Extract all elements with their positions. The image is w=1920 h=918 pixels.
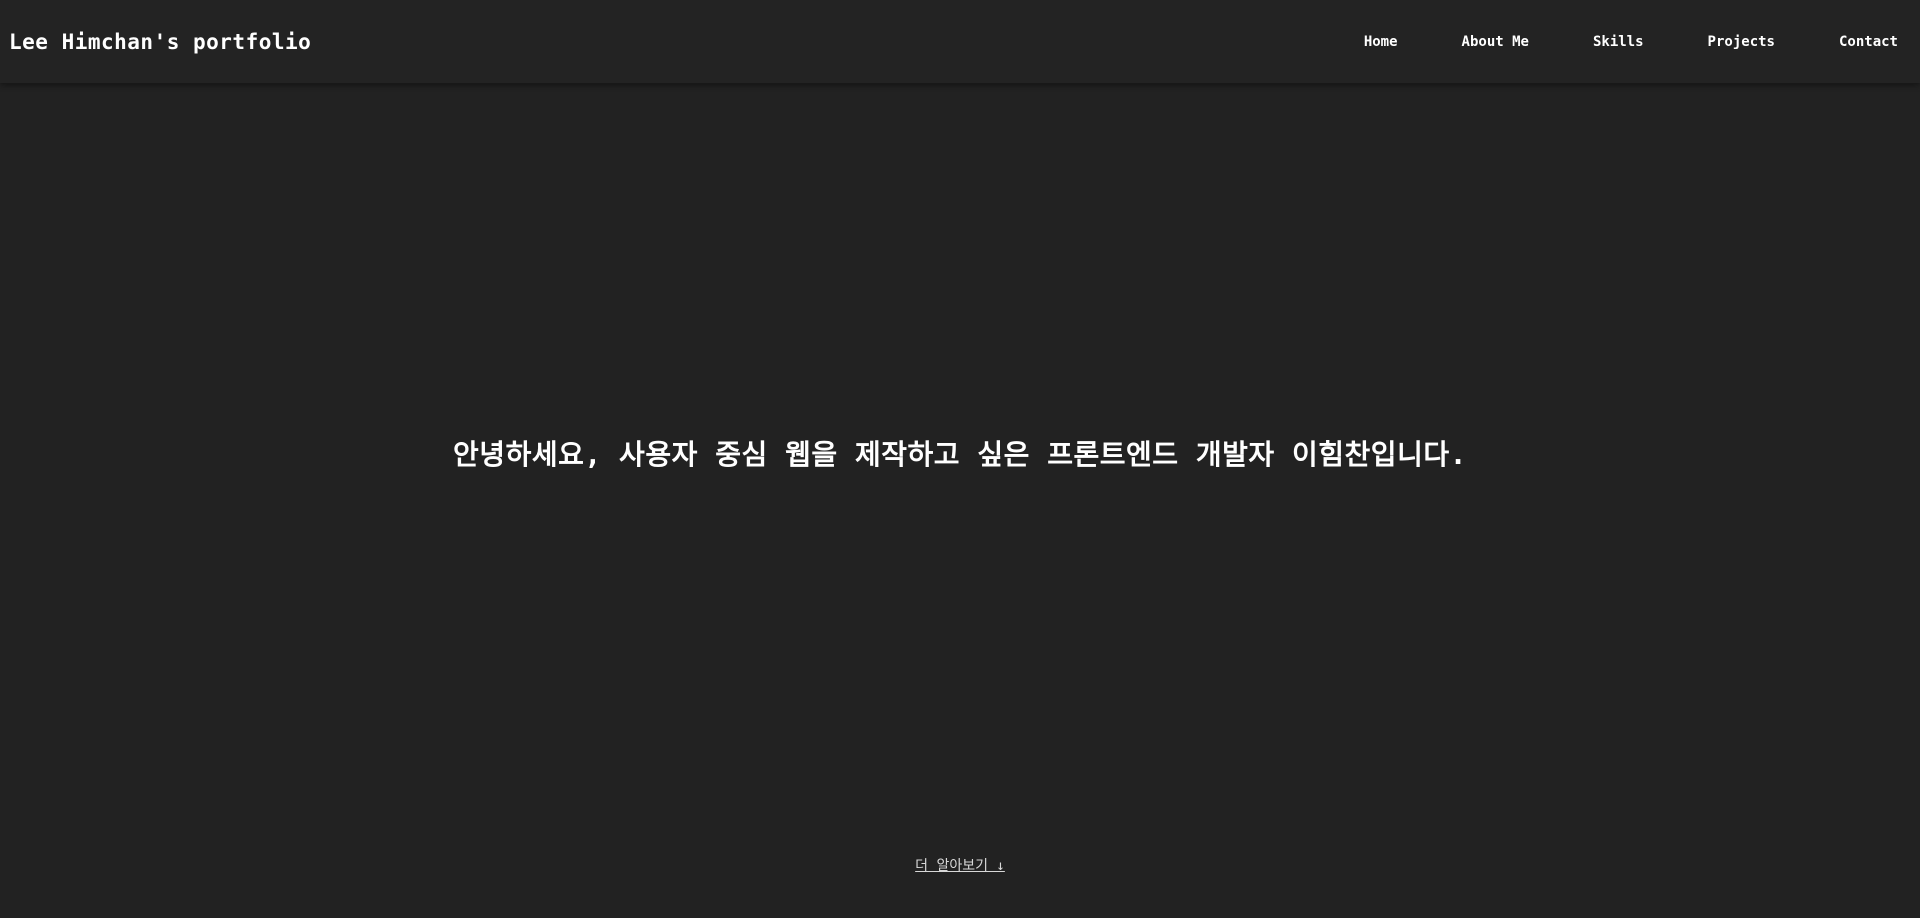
nav-links: Home About Me Skills Projects Contact	[1300, 34, 1898, 50]
nav-link-skills[interactable]: Skills	[1593, 34, 1644, 50]
learn-more-link[interactable]: 더 알아보기 ↓	[915, 858, 1005, 874]
hero-section: 안녕하세요, 사용자 중심 웹을 제작하고 싶은 프론트엔드 개발자 이힘찬입니…	[0, 83, 1920, 918]
hero-intro-text: 안녕하세요, 사용자 중심 웹을 제작하고 싶은 프론트엔드 개발자 이힘찬입니…	[453, 438, 1467, 471]
more-link-container: 더 알아보기 ↓	[0, 855, 1920, 875]
navbar: Lee Himchan's portfolio Home About Me Sk…	[0, 0, 1920, 83]
nav-link-contact[interactable]: Contact	[1839, 34, 1898, 50]
nav-link-home[interactable]: Home	[1364, 34, 1398, 50]
nav-link-about-me[interactable]: About Me	[1462, 34, 1529, 50]
nav-link-projects[interactable]: Projects	[1708, 34, 1775, 50]
brand-logo-link[interactable]: Lee Himchan's portfolio	[9, 30, 311, 54]
